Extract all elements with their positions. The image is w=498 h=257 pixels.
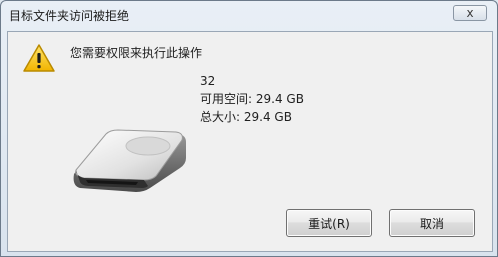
cancel-button[interactable]: 取消 [389,209,475,237]
drive-name: 32 [200,74,216,88]
message-heading: 您需要权限来执行此操作 [70,46,203,60]
warning-icon [23,44,55,72]
retry-button[interactable]: 重试(R) [286,209,372,237]
window-title: 目标文件夹访问被拒绝 [9,9,130,23]
dialog-content: 您需要权限来执行此操作 32 可用空间: 29.4 GB 总大小: 29.4 G… [7,31,493,252]
removable-drive-icon [73,129,186,192]
total-size: 总大小: 29.4 GB [200,110,292,124]
free-space: 可用空间: 29.4 GB [200,92,304,106]
close-icon: x [466,6,474,20]
dialog-window: 目标文件夹访问被拒绝 x 您需要权限来执行此操作 32 可用空间: 29.4 G… [0,0,498,257]
title-bar: 目标文件夹访问被拒绝 x [1,1,497,31]
drive-info: 32 可用空间: 29.4 GB 总大小: 29.4 GB [200,72,304,126]
close-button[interactable]: x [453,5,487,21]
